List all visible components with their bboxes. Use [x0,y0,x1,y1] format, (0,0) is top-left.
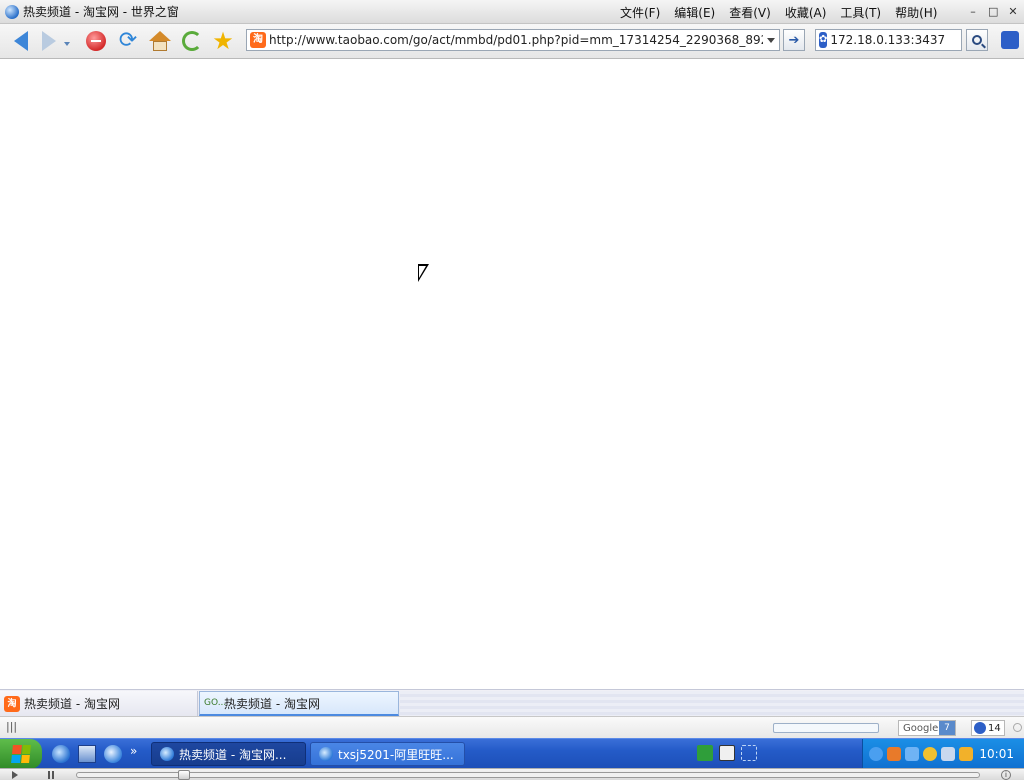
system-clock[interactable]: 10:01 [979,747,1014,761]
input-method-bar [697,745,757,761]
stop-button[interactable] [83,28,109,54]
refresh-button[interactable]: ⟳ [115,28,141,54]
progress-bar [773,723,879,733]
favorites-button[interactable]: ★ [210,28,236,54]
task-button-browser[interactable]: 热卖频道 - 淘宝网... [151,742,306,766]
back-button[interactable] [8,28,34,54]
tray-network-icon[interactable] [905,747,919,761]
tab-label: 热卖频道 - 淘宝网 [224,696,320,711]
pause-icon[interactable] [48,771,54,779]
ime-options-icon[interactable] [741,745,757,761]
maximize-button[interactable]: □ [988,6,998,18]
search-input[interactable] [830,31,981,49]
browser-globe-icon [160,747,174,761]
sogou-input-icon[interactable] [697,745,713,761]
quicklaunch-desktop-icon[interactable] [78,745,96,763]
google-label: Google [903,722,939,734]
history-icon [182,31,202,51]
status-text: ||| [6,720,18,733]
help-icon[interactable] [719,745,735,761]
history-button[interactable] [179,28,205,54]
close-button[interactable]: ✕ [1008,6,1018,18]
tab-taobao-1[interactable]: 淘 热卖频道 - 淘宝网 [0,691,198,716]
menu-bar: 文件(F) 编辑(E) 查看(V) 收藏(A) 工具(T) 帮助(H) [620,0,951,24]
magnifier-icon [972,35,982,45]
windows-flag-icon [11,745,31,763]
baidu-paw-icon[interactable]: ✿ [819,32,828,48]
menu-edit[interactable]: 编辑(E) [674,4,715,21]
tab-taobao-2-active[interactable]: GO... 热卖频道 - 淘宝网 [199,691,399,716]
refresh-icon: ⟳ [118,28,138,53]
taobao-site-icon: 淘 [250,32,266,48]
status-end-icon[interactable] [1013,723,1022,732]
play-icon[interactable] [12,771,18,779]
tab-bar: 淘 热卖频道 - 淘宝网 GO... 热卖频道 - 淘宝网 [0,689,1024,716]
menu-view[interactable]: 查看(V) [729,4,771,21]
tray-display-icon[interactable] [941,747,955,761]
forward-button[interactable] [36,28,62,54]
start-button[interactable] [0,739,42,769]
go-tab-icon: GO... [204,698,227,708]
google-count: 7 [939,721,955,735]
window-controls: – □ ✕ [968,0,1018,24]
task-label: 热卖频道 - 淘宝网... [179,747,287,762]
forward-dropdown-icon[interactable] [64,42,70,46]
go-button[interactable]: ➔ [783,29,805,51]
chevron-down-icon [767,37,775,43]
tray-qq-icon[interactable] [923,747,937,761]
quicklaunch-ie-icon[interactable] [52,745,70,763]
media-control-bar: i [0,768,1024,780]
address-input[interactable] [269,31,763,49]
browser-globe-icon [5,4,19,19]
counter-value: 14 [988,722,1001,734]
menu-help[interactable]: 帮助(H) [895,4,937,21]
quicklaunch-more-button[interactable]: » [130,744,137,758]
menu-favorites[interactable]: 收藏(A) [785,4,827,21]
counter-icon [974,722,986,734]
taobao-tab-icon: 淘 [4,695,20,712]
window-title: 热卖频道 - 淘宝网 - 世界之窗 [23,5,179,19]
counter-badge[interactable]: 14 [971,720,1005,736]
media-info-icon[interactable]: i [1001,770,1011,780]
tray-expand-icon[interactable] [869,747,883,761]
stop-icon [86,31,106,51]
tab-label: 热卖频道 - 淘宝网 [24,697,120,711]
media-seek-track[interactable] [76,772,980,778]
minimize-button[interactable]: – [968,6,978,18]
aliwangwang-icon [319,747,333,761]
favorites-star-icon: ★ [212,27,234,55]
baidu-paw-button[interactable] [1001,31,1019,49]
search-button[interactable] [966,29,988,51]
mouse-cursor-icon [418,264,429,282]
back-arrow-icon [14,31,28,51]
tray-media-icon[interactable] [887,747,901,761]
page-content[interactable] [0,60,1024,689]
tray-security-icon[interactable] [959,747,973,761]
address-dropdown-button[interactable] [763,30,779,50]
search-bar[interactable]: ✿ [815,29,981,51]
home-button[interactable] [147,28,173,54]
menu-file[interactable]: 文件(F) [620,4,660,21]
media-seek-thumb[interactable] [178,770,190,780]
forward-arrow-icon [42,31,56,51]
address-bar[interactable]: 淘 [246,29,780,51]
windows-taskbar: » 热卖频道 - 淘宝网... txsj5201-阿里旺旺... 10:01 [0,738,1024,769]
system-tray: 10:01 [862,739,1024,769]
task-label: txsj5201-阿里旺旺... [338,747,454,762]
home-icon [149,31,171,51]
menu-tools[interactable]: 工具(T) [840,4,881,21]
status-bar: ||| Google 7 14 [0,716,1024,738]
google-toolbar-badge[interactable]: Google 7 [898,720,956,736]
quicklaunch-browser-icon[interactable] [104,745,122,763]
task-button-aliwangwang[interactable]: txsj5201-阿里旺旺... [310,742,465,766]
tab-bar-empty-area[interactable] [400,691,1024,716]
